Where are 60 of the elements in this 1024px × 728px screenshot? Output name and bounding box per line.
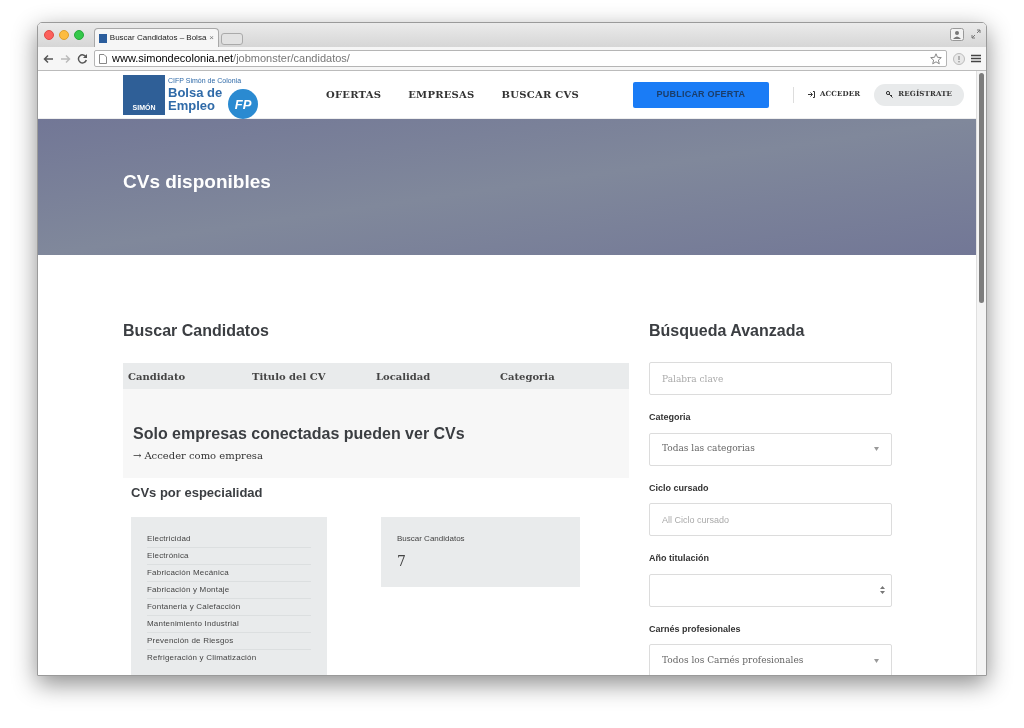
sidebar-title: Búsqueda Avanzada: [649, 321, 806, 341]
url-text: www.simondecolonia.net/jobmonster/candidatos/: [112, 51, 350, 67]
caret-icon: [874, 658, 879, 663]
tab-close-button[interactable]: ×: [209, 32, 214, 44]
tab-title: Buscar Candidatos – Bolsa: [109, 32, 207, 44]
scrollbar[interactable]: [976, 71, 986, 675]
specialty-link[interactable]: Electricidad: [147, 530, 311, 548]
page-icon: [99, 53, 107, 64]
field-label: Carnés profesionales: [649, 622, 742, 636]
specialty-link[interactable]: Prevención de Riesgos: [147, 632, 311, 650]
column-header: Titulo del CV: [252, 369, 327, 384]
specialty-link[interactable]: Fontaneria y Calefacción: [147, 598, 311, 616]
star-icon[interactable]: [930, 52, 942, 65]
fullscreen-icon[interactable]: [971, 29, 981, 39]
count-value: 7: [397, 551, 407, 571]
specialty-link[interactable]: Fabricación Mecánica: [147, 564, 311, 582]
logo-badge: FP: [228, 89, 258, 119]
logo-title-line: Empleo: [168, 99, 215, 112]
browser-tab[interactable]: Buscar Candidatos – Bolsa ×: [94, 28, 219, 47]
select-field[interactable]: [649, 573, 892, 607]
extension-icon[interactable]: [953, 52, 965, 65]
specialty-link[interactable]: Refrigeración y Climatización: [147, 649, 311, 666]
column-header: Candidato: [128, 369, 187, 384]
logo-title-line: Bolsa de: [168, 86, 223, 99]
profile-icon[interactable]: [950, 28, 964, 41]
nav-link[interactable]: BUSCAR CVS: [501, 87, 579, 102]
select-field[interactable]: Todas las categorias: [649, 432, 892, 466]
nav-link[interactable]: EMPRESAS: [408, 87, 475, 102]
section-title: Buscar Candidatos: [123, 321, 270, 341]
section-subtitle: CVs por especialidad: [131, 484, 264, 502]
hero-title: CVs disponibles: [123, 169, 271, 194]
specialty-link[interactable]: Fabricación y Montaje: [147, 581, 311, 599]
menu-icon[interactable]: [971, 54, 981, 63]
select-field[interactable]: Todos los Carnés profesionales: [649, 644, 892, 675]
zoom-window-button[interactable]: [74, 30, 84, 40]
new-tab-button[interactable]: [221, 33, 243, 45]
login-icon: [807, 91, 815, 98]
field-label: Categoria: [649, 411, 692, 424]
key-icon: [886, 91, 894, 98]
count-label: Buscar Candidatos: [397, 532, 466, 545]
forward-icon[interactable]: [60, 53, 71, 64]
column-header: Localidad: [376, 369, 432, 384]
nav-link[interactable]: OFERTAS: [326, 87, 382, 102]
back-icon[interactable]: [43, 53, 54, 64]
notice-title: Solo empresas conectadas pueden ver CVs: [133, 426, 466, 442]
specialty-link[interactable]: Mantenimiento Industrial: [147, 615, 311, 633]
minimize-window-button[interactable]: [59, 30, 69, 40]
caret-icon: [874, 447, 879, 451]
text-field[interactable]: All Ciclo cursado: [649, 503, 892, 536]
specialty-link[interactable]: Electrónica: [147, 547, 311, 565]
reload-icon[interactable]: [77, 53, 88, 64]
address-bar[interactable]: www.simondecolonia.net/jobmonster/candidatos/: [94, 50, 947, 67]
field-label: Año titulación: [649, 552, 710, 565]
company-login-link[interactable]: → Acceder como empresa: [133, 448, 263, 463]
text-field[interactable]: Palabra clave: [649, 362, 892, 395]
field-label: Ciclo cursado: [649, 481, 710, 495]
spinner-icon: [880, 586, 885, 594]
favicon-icon: [99, 33, 107, 43]
close-window-button[interactable]: [44, 30, 54, 40]
column-header: Categoria: [500, 369, 556, 384]
